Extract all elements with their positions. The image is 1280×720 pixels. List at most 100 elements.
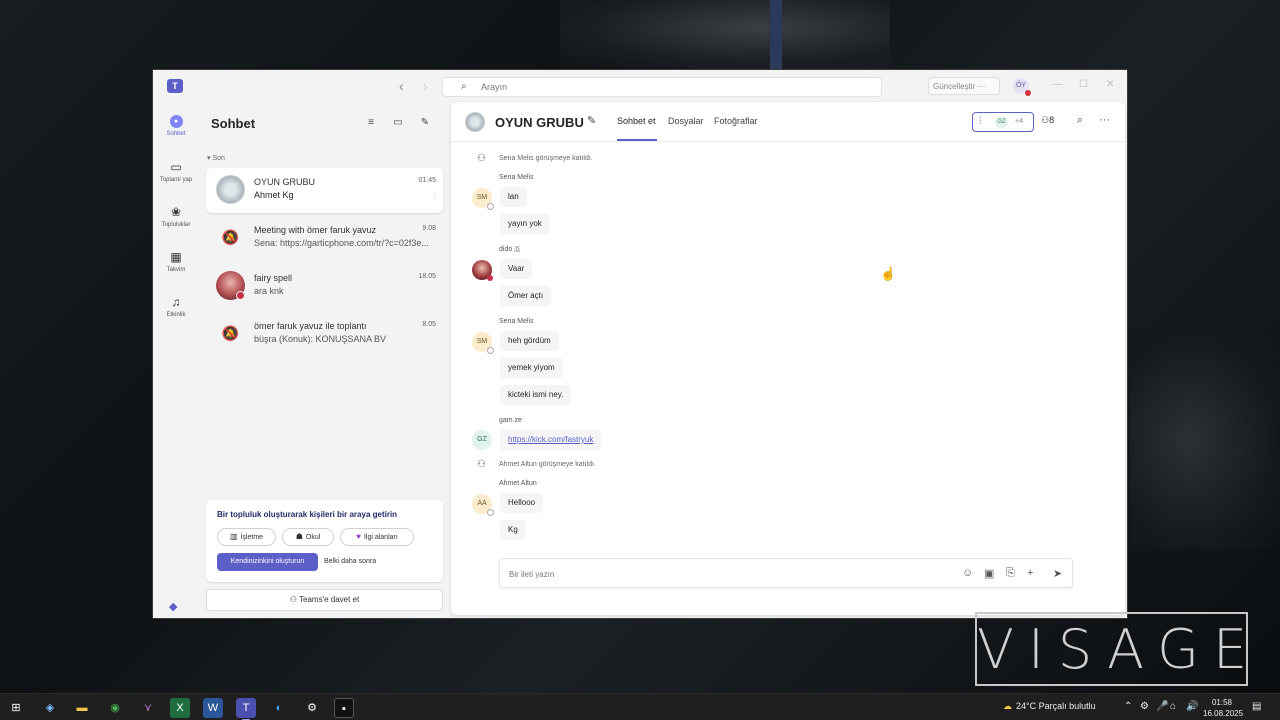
teams-icon[interactable]: T <box>236 698 256 720</box>
message-bubble[interactable]: kicteki ismi ney. <box>500 385 572 405</box>
rail-item-activity[interactable]: ♫ Etkinlik <box>153 295 199 318</box>
tray-app-icon[interactable]: ⚙ <box>1140 701 1149 712</box>
start-icon[interactable]: ⊞ <box>6 698 26 718</box>
active-tab-indicator <box>617 139 657 141</box>
emoji-icon[interactable]: ☺ <box>962 567 973 579</box>
user-avatar[interactable]: ÖY <box>1013 78 1031 96</box>
tab-photos[interactable]: Fotoğraflar <box>714 116 758 126</box>
back-arrow-icon[interactable]: ‹ <box>399 78 404 94</box>
status-dot <box>1025 90 1031 96</box>
more-options-icon[interactable]: ··· <box>1099 114 1110 126</box>
rail-label: Toplantı yap <box>159 177 193 183</box>
chat-preview: Ahmet Kg <box>254 190 294 200</box>
chat-item-oyun-grubu[interactable]: OYUN GRUBU Ahmet Kg 01:45 ⫶ <box>206 168 443 213</box>
section-header[interactable]: ▾ Son <box>207 154 225 162</box>
message-bubble[interactable]: lan <box>500 187 527 207</box>
pill-label: İlgi alanları <box>363 534 398 541</box>
attach-icon[interactable]: ⎘ <box>1006 567 1015 580</box>
chat-list-title: Sohbet <box>211 116 256 131</box>
muted-bell-icon: 🔕 <box>221 229 240 245</box>
minimize-icon[interactable]: — <box>1053 79 1063 90</box>
maybe-later-button[interactable]: Belki daha sonra <box>324 558 376 565</box>
excel-icon[interactable]: X <box>170 698 190 718</box>
heart-icon: ♥ <box>356 532 361 541</box>
volume-icon[interactable]: 🔊 <box>1186 701 1198 712</box>
microphone-icon[interactable]: 🎤 <box>1156 701 1168 712</box>
muted-bell-icon: 🔕 <box>221 325 240 341</box>
participants-button[interactable]: ⚇8 <box>1041 115 1054 126</box>
rail-item-communities[interactable]: ❀ Topluluklar <box>153 205 199 228</box>
new-chat-icon[interactable]: ✎ <box>417 115 433 131</box>
network-icon[interactable]: ⌂ <box>1170 701 1176 712</box>
chrome-icon[interactable]: ◉ <box>105 698 125 718</box>
rail-item-meet[interactable]: ▭ Toplantı yap <box>153 160 199 183</box>
vs-icon[interactable]: ⋎ <box>138 698 158 718</box>
steam-icon[interactable]: ⚙ <box>302 698 322 718</box>
premium-diamond-icon[interactable]: ◆ <box>169 600 177 613</box>
weather-widget[interactable]: ☁ 24°C Parçalı bulutlu <box>1003 701 1096 712</box>
forward-arrow-icon[interactable]: › <box>423 78 428 94</box>
chat-item-toplanti[interactable]: 🔕 ömer faruk yavuz ile toplantı büşra (K… <box>206 312 443 357</box>
search-input[interactable]: ⌕ Arayın <box>442 77 882 97</box>
message-bubble[interactable]: heh gördüm <box>500 331 559 351</box>
tab-files[interactable]: Dosyalar <box>668 116 704 126</box>
rail-label: Takvim <box>166 267 186 273</box>
message-link[interactable]: https://kick.com/fastryuk <box>500 430 602 450</box>
video-icon: ▭ <box>170 160 182 174</box>
filter-icon[interactable]: ≡ <box>363 115 379 131</box>
meet-now-icon[interactable]: ▭ <box>390 115 406 131</box>
rail-item-calendar[interactable]: ▦ Takvim <box>153 250 199 273</box>
group-avatar <box>216 175 245 204</box>
user-initials: ÖY <box>1015 82 1027 89</box>
teams-logo-icon: T <box>167 79 183 93</box>
message-sender: Sena Melis <box>499 174 534 181</box>
pill-school[interactable]: ☗ Okul <box>282 528 334 546</box>
call-participant-count: +4 <box>1015 118 1023 125</box>
pill-business[interactable]: ▥ İşletme <box>217 528 276 546</box>
message-bubble[interactable]: Vaar <box>500 259 533 279</box>
chat-name: ömer faruk yavuz ile toplantı <box>254 321 367 331</box>
invite-to-teams-button[interactable]: ⚇ Teams'e davet et <box>206 589 443 611</box>
terminal-icon[interactable]: ▪ <box>334 698 354 718</box>
tab-chat[interactable]: Sohbet et <box>617 116 656 126</box>
word-icon[interactable]: W <box>203 698 223 718</box>
message-bubble[interactable]: yemek yiyom <box>500 358 563 378</box>
message-bubble[interactable]: Hellooo <box>500 493 544 513</box>
communities-icon: ❀ <box>170 205 182 219</box>
calendar-icon: ▦ <box>170 250 182 264</box>
update-button[interactable]: Güncelleştir ··· <box>928 77 1000 95</box>
search-icon[interactable]: ⌕ <box>1077 114 1083 127</box>
participant-count: 8 <box>1049 115 1055 125</box>
message-composer[interactable]: Bir ileti yazın ☺ ▣ ⎘ + ➤ <box>499 558 1073 588</box>
file-explorer-icon[interactable]: ▬ <box>72 698 92 718</box>
message-bubble[interactable]: Ömer açtı <box>500 286 552 306</box>
plus-icon[interactable]: + <box>1027 567 1033 579</box>
tray-chevron-icon[interactable]: ⌃ <box>1124 701 1132 712</box>
close-icon[interactable]: ✕ <box>1106 79 1114 90</box>
maximize-icon[interactable]: ☐ <box>1079 79 1088 90</box>
chat-item-meeting[interactable]: 🔕 Meeting with ömer faruk yavuz Sena: ht… <box>206 216 443 261</box>
chat-time: 9.08 <box>422 225 436 232</box>
clock-date: 16.08.2025 <box>1203 709 1244 718</box>
message-bubble[interactable]: Kg <box>500 520 526 540</box>
clock[interactable]: 01:58 16.08.2025 <box>1203 697 1244 719</box>
chat-item-fairy-spell[interactable]: fairy spell ara knk 18.05 <box>206 264 443 309</box>
message-bubble[interactable]: yayın yok <box>500 214 550 234</box>
edge-icon[interactable]: ◐ <box>269 698 289 718</box>
people-icon: ⚇ <box>1041 115 1050 125</box>
notification-icon[interactable]: ▤ <box>1252 701 1261 712</box>
avatar-initials: AA <box>477 500 487 507</box>
rail-label: Etkinlik <box>166 312 186 318</box>
avatar: GZ <box>472 430 492 450</box>
rail-item-chat[interactable]: ● Sohbet <box>153 115 199 137</box>
sticker-icon[interactable]: ▣ <box>984 567 994 580</box>
composer-placeholder: Bir ileti yazın <box>509 570 555 579</box>
desktop-background <box>560 0 890 70</box>
edit-icon[interactable]: ✎ <box>587 114 596 127</box>
invite-label: Teams'e davet et <box>299 595 360 604</box>
send-icon[interactable]: ➤ <box>1053 567 1062 580</box>
create-community-button[interactable]: Kendinizinkini oluşturun <box>217 553 318 571</box>
pill-interests[interactable]: ♥ İlgi alanları <box>340 528 414 546</box>
join-call-button[interactable]: ⫶ GZ +4 <box>972 112 1034 132</box>
copilot-icon[interactable]: ◈ <box>40 698 60 718</box>
